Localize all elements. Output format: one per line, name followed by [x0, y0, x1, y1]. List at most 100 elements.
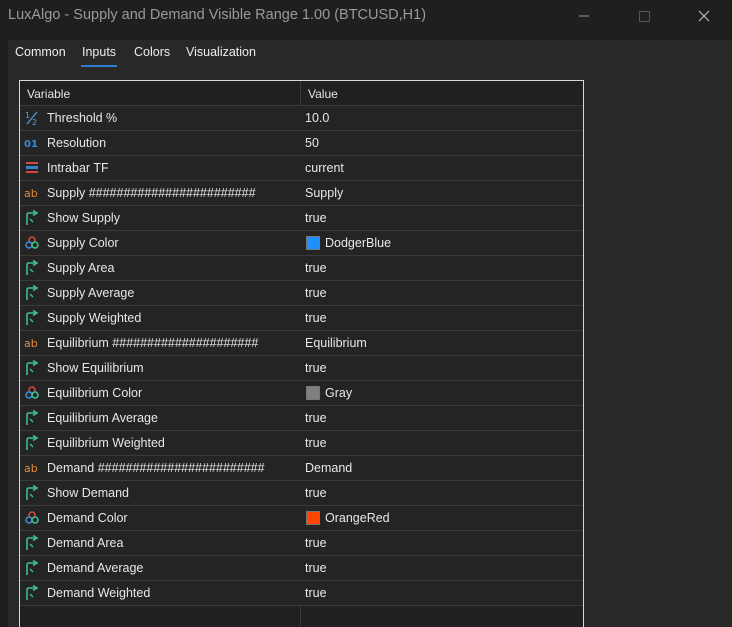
svg-text:1: 1: [25, 111, 30, 120]
string-icon: ab: [24, 185, 40, 201]
variable-value[interactable]: Gray: [325, 386, 352, 400]
maximize-icon: [639, 11, 650, 22]
table-row[interactable]: Intrabar TF current: [20, 156, 583, 181]
tab-colors[interactable]: Colors: [134, 45, 170, 59]
table-row[interactable]: Equilibrium Color Gray: [20, 381, 583, 406]
table-row[interactable]: Demand Area true: [20, 531, 583, 556]
variable-value[interactable]: 50: [305, 136, 319, 150]
table-row[interactable]: Supply Average true: [20, 281, 583, 306]
table-row[interactable]: Demand Average true: [20, 556, 583, 581]
variable-value[interactable]: DodgerBlue: [325, 236, 391, 250]
variable-value[interactable]: true: [305, 286, 327, 300]
variable-name: Demand ########################: [47, 461, 265, 475]
variable-name: Equilibrium Weighted: [47, 436, 165, 450]
variable-name: Equilibrium Average: [47, 411, 158, 425]
bool-icon: [24, 435, 40, 451]
variable-value[interactable]: true: [305, 411, 327, 425]
table-row[interactable]: 1 2 Threshold % 10.0: [20, 106, 583, 131]
variable-value[interactable]: Supply: [305, 186, 343, 200]
table-row[interactable]: Show Equilibrium true: [20, 356, 583, 381]
tab-common[interactable]: Common: [15, 45, 66, 59]
variable-value[interactable]: true: [305, 586, 327, 600]
variable-name: Threshold %: [47, 111, 118, 125]
svg-text:ab: ab: [24, 462, 38, 475]
variable-name: Show Equilibrium: [47, 361, 144, 375]
bool-icon: [24, 535, 40, 551]
bool-icon: [24, 210, 40, 226]
bool-icon: [24, 285, 40, 301]
close-icon: [698, 10, 710, 22]
grid-header: Variable Value: [20, 81, 583, 106]
title-bar: LuxAlgo - Supply and Demand Visible Rang…: [0, 0, 732, 32]
variable-name: Intrabar TF: [47, 161, 109, 175]
variable-value[interactable]: true: [305, 361, 327, 375]
variable-name: Show Demand: [47, 486, 129, 500]
variable-value[interactable]: true: [305, 261, 327, 275]
color-icon: [24, 235, 40, 251]
variable-value[interactable]: true: [305, 486, 327, 500]
variable-value[interactable]: true: [305, 536, 327, 550]
tab-inputs[interactable]: Inputs: [81, 45, 118, 67]
svg-text:01: 01: [24, 139, 38, 150]
table-row[interactable]: Show Demand true: [20, 481, 583, 506]
variable-name: Supply Color: [47, 236, 119, 250]
table-row[interactable]: ab Demand ######################## Demand: [20, 456, 583, 481]
variable-name: Demand Color: [47, 511, 128, 525]
variable-value[interactable]: true: [305, 561, 327, 575]
variable-value[interactable]: true: [305, 311, 327, 325]
color-icon: [24, 510, 40, 526]
variable-name: Supply Weighted: [47, 311, 142, 325]
variable-value[interactable]: OrangeRed: [325, 511, 390, 525]
table-row[interactable]: Supply Color DodgerBlue: [20, 231, 583, 256]
variable-value[interactable]: Demand: [305, 461, 352, 475]
string-icon: ab: [24, 335, 40, 351]
maximize-button[interactable]: [632, 4, 656, 28]
minimize-button[interactable]: [572, 4, 596, 28]
variable-value[interactable]: 10.0: [305, 111, 329, 125]
table-row[interactable]: Supply Area true: [20, 256, 583, 281]
variable-value[interactable]: current: [305, 161, 344, 175]
tab-bar: Common Inputs Colors Visualization: [8, 40, 732, 68]
grid-rows: 1 2 Threshold % 10.0 01 Resolution 50 Intrabar …: [20, 106, 583, 606]
variable-name: Demand Weighted: [47, 586, 151, 600]
svg-text:ab: ab: [24, 337, 38, 350]
value-column-header[interactable]: Value: [308, 87, 338, 101]
properties-dialog: Common Inputs Colors Visualization Varia…: [8, 40, 732, 627]
variable-name: Show Supply: [47, 211, 120, 225]
svg-text:ab: ab: [24, 187, 38, 200]
active-tab-indicator: [81, 65, 118, 67]
variable-value[interactable]: true: [305, 436, 327, 450]
tab-visualization[interactable]: Visualization: [186, 45, 256, 59]
table-row[interactable]: Demand Color OrangeRed: [20, 506, 583, 531]
bool-icon: [24, 260, 40, 276]
variable-column-header[interactable]: Variable: [27, 87, 70, 101]
variable-name: Resolution: [47, 136, 107, 150]
bool-icon: [24, 585, 40, 601]
table-row[interactable]: ab Supply ######################## Supply: [20, 181, 583, 206]
inputs-grid: Variable Value 1 2 Threshold % 10.0 01 Resolu…: [19, 80, 584, 627]
table-row[interactable]: ab Equilibrium ##################### Equil…: [20, 331, 583, 356]
variable-name: Equilibrium #####################: [47, 336, 259, 350]
integer-icon: 01: [24, 135, 40, 151]
variable-name: Equilibrium Color: [47, 386, 143, 400]
table-row[interactable]: Demand Weighted true: [20, 581, 583, 606]
color-swatch[interactable]: [306, 236, 320, 250]
table-row[interactable]: 01 Resolution 50: [20, 131, 583, 156]
bool-icon: [24, 410, 40, 426]
color-swatch[interactable]: [306, 511, 320, 525]
table-row[interactable]: Equilibrium Average true: [20, 406, 583, 431]
bool-icon: [24, 310, 40, 326]
table-row[interactable]: Supply Weighted true: [20, 306, 583, 331]
variable-value[interactable]: true: [305, 211, 327, 225]
variable-name: Supply Area: [47, 261, 115, 275]
variable-value[interactable]: Equilibrium: [305, 336, 367, 350]
color-swatch[interactable]: [306, 386, 320, 400]
close-button[interactable]: [692, 4, 716, 28]
fraction-icon: 12: [24, 110, 40, 126]
color-icon: [24, 385, 40, 401]
minimize-icon: [579, 15, 589, 17]
window-title: LuxAlgo - Supply and Demand Visible Rang…: [8, 7, 427, 23]
table-row[interactable]: Equilibrium Weighted true: [20, 431, 583, 456]
variable-name: Supply Average: [47, 286, 135, 300]
table-row[interactable]: Show Supply true: [20, 206, 583, 231]
